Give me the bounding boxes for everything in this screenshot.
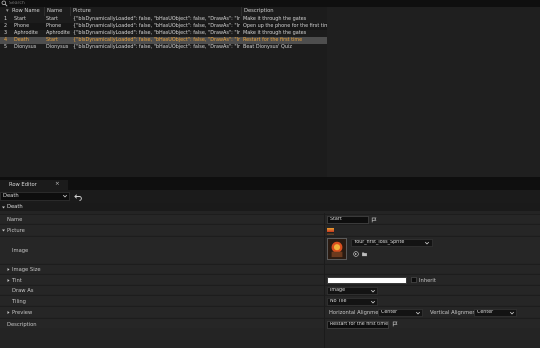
data-table: ▾ Row Name Name Picture Description 1 Sta… — [0, 7, 327, 177]
table-cell-row-name: Dionysus — [14, 44, 37, 50]
chevron-down-icon — [62, 194, 68, 198]
table-cell-row-name: Phone — [14, 23, 30, 29]
row-select[interactable]: Death — [0, 192, 70, 201]
table-row[interactable]: 2 Phone Phone {"bIsDynamicallyLoaded": fals… — [0, 23, 327, 30]
horizontal-alignment-label: Horizontal Alignment — [329, 310, 384, 316]
tab-strip — [0, 180, 540, 190]
expand-caret-icon[interactable] — [6, 278, 11, 283]
table-cell-description: Make it through the gates — [243, 30, 307, 36]
table-row[interactable]: 1 Start Start {"bIsDynamicallyLoaded": fals… — [0, 16, 327, 23]
table-cell-description: Make it through the gates — [243, 16, 307, 22]
folder-icon[interactable] — [361, 251, 368, 257]
search-icon — [1, 0, 8, 7]
arrow-left-icon[interactable] — [353, 250, 359, 257]
table-cell-description: Beat Dionysus' Quiz — [243, 44, 292, 50]
table-cell-row-name: Death — [14, 37, 29, 43]
table-cell-name: Start — [46, 16, 58, 22]
details-empty-area — [0, 329, 540, 348]
chevron-down-icon — [370, 289, 376, 293]
property-name: Name Start — [0, 214, 540, 224]
property-tiling: Tiling No Tile — [0, 295, 540, 306]
column-header-row-name[interactable]: Row Name — [12, 7, 44, 16]
table-cell-row-name: Aphrodite — [14, 30, 38, 36]
search-input[interactable] — [9, 0, 209, 7]
preview-label: Preview — [12, 310, 33, 316]
tint-color-swatch[interactable] — [327, 276, 407, 284]
table-cell-name: Dionysus — [46, 44, 69, 50]
tiling-label: Tiling — [12, 298, 26, 305]
category-label: Death — [7, 204, 23, 210]
property-draw-as: Draw As Image — [0, 285, 540, 295]
table-cell-description: Open up the phone for the first time — [243, 23, 327, 29]
column-header-picture[interactable]: Picture — [70, 7, 242, 16]
sprite-preview-icon — [328, 239, 346, 259]
close-icon[interactable]: × — [55, 181, 60, 187]
table-cell-picture: {"bIsDynamicallyLoaded": false, "bHasUOb… — [73, 44, 240, 50]
table-empty-area — [327, 7, 540, 177]
chevron-down-icon — [415, 311, 421, 315]
table-cell-picture: {"bIsDynamicallyLoaded": false, "bHasUOb… — [73, 30, 240, 36]
table-cell-name: Phone — [46, 23, 62, 29]
table-cell-index: 3 — [4, 30, 8, 36]
draw-as-label: Draw As — [12, 288, 34, 294]
details-panel: Death Name Start Picture Image Your_firs… — [0, 203, 540, 348]
expand-caret-icon — [2, 206, 5, 208]
image-label: Image — [12, 248, 29, 254]
table-cell-picture: {"bIsDynamicallyLoaded": false, "bHasUOb… — [73, 37, 240, 43]
table-cell-name: Start — [46, 37, 58, 43]
chevron-down-icon — [424, 241, 430, 245]
table-cell-index: 1 — [4, 16, 8, 22]
category-header[interactable]: Death — [0, 203, 540, 211]
table-cell-index: 4 — [4, 37, 8, 43]
inherit-checkbox[interactable] — [411, 277, 417, 283]
table-cell-row-name: Start — [14, 16, 26, 22]
property-column-divider[interactable] — [324, 213, 325, 348]
table-header: ▾ Row Name Name Picture Description — [0, 7, 327, 16]
chevron-down-icon — [370, 300, 376, 303]
tab-label: Row Editor — [9, 182, 37, 188]
table-cell-picture: {"bIsDynamicallyLoaded": false, "bHasUOb… — [73, 23, 240, 29]
property-image: Image Your_first_loss_Sprite — [0, 236, 540, 263]
name-label: Name — [7, 217, 23, 223]
image-asset-select[interactable]: Your_first_loss_Sprite — [351, 239, 433, 247]
inherit-label: Inherit — [419, 277, 436, 284]
column-header-name[interactable]: Name — [44, 7, 71, 16]
table-cell-index: 5 — [4, 44, 8, 50]
property-picture: Picture — [0, 224, 540, 235]
name-field[interactable]: Start — [327, 216, 369, 224]
chevron-down-icon — [509, 311, 515, 315]
description-label: Description — [7, 321, 37, 328]
table-cell-description: Restart for the first time — [243, 37, 303, 43]
table-cell-picture: {"bIsDynamicallyLoaded": false, "bHasUOb… — [73, 16, 240, 22]
property-description: Description Restart for the first time — [0, 318, 540, 329]
column-header-description[interactable]: Description — [241, 7, 327, 16]
expand-caret-icon[interactable] — [6, 310, 11, 315]
flag-icon[interactable] — [371, 217, 377, 223]
expand-caret-icon[interactable] — [1, 228, 6, 233]
expand-caret-icon[interactable] — [6, 267, 11, 272]
image-thumbnail[interactable] — [327, 238, 347, 260]
table-cell-name: Aphrodite — [46, 30, 70, 36]
picture-label: Picture — [7, 228, 25, 234]
property-image-size: Image Size — [0, 264, 540, 273]
property-tint: Tint Inherit — [0, 274, 540, 284]
tint-label: Tint — [12, 277, 22, 284]
flag-icon[interactable] — [392, 321, 398, 327]
table-cell-index: 2 — [4, 23, 8, 29]
color-swatch-icon[interactable] — [327, 228, 334, 235]
vertical-alignment-label: Vertical Alignment — [430, 310, 478, 316]
table-row[interactable]: 5 Dionysus Dionysus {"bIsDynamicallyLoaded"… — [0, 44, 327, 51]
description-field[interactable]: Restart for the first time — [327, 320, 389, 329]
table-row[interactable]: 4 Death Start {"bIsDynamicallyLoaded": fals… — [0, 37, 327, 44]
table-row[interactable]: 3 Aphrodite Aphrodite {"bIsDynamicallyLoade… — [0, 30, 327, 37]
image-size-label: Image Size — [12, 267, 41, 273]
property-preview: Preview Horizontal Alignment Center Vert… — [0, 306, 540, 317]
back-arrow-icon[interactable] — [74, 192, 83, 201]
